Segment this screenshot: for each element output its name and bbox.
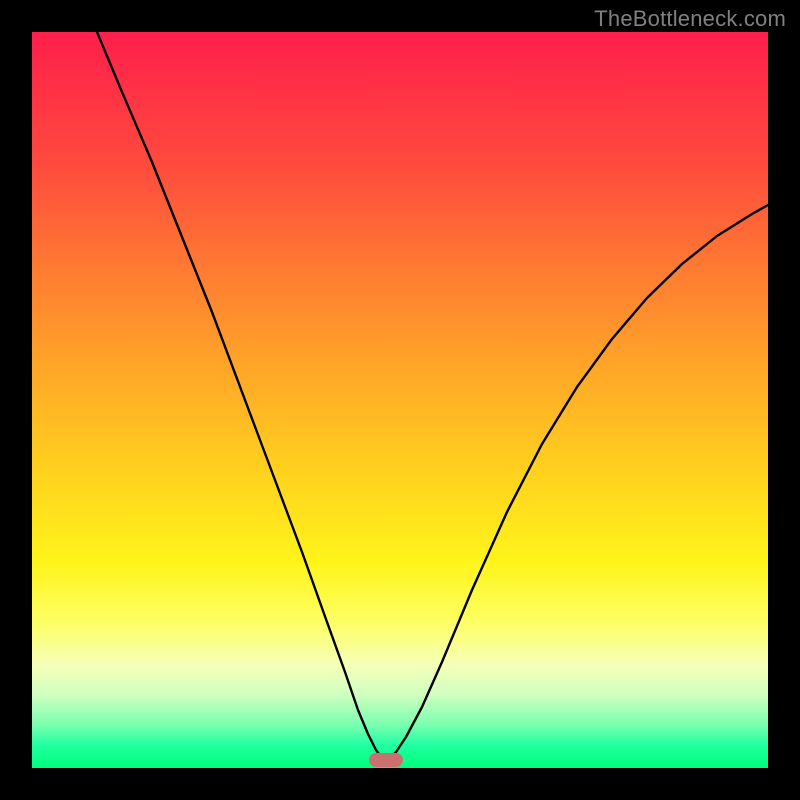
chart-frame: TheBottleneck.com [0,0,800,800]
curve-path [97,32,768,760]
optimal-marker [369,753,403,767]
plot-area [32,32,768,768]
watermark-text: TheBottleneck.com [594,6,786,32]
bottleneck-curve [32,32,768,768]
